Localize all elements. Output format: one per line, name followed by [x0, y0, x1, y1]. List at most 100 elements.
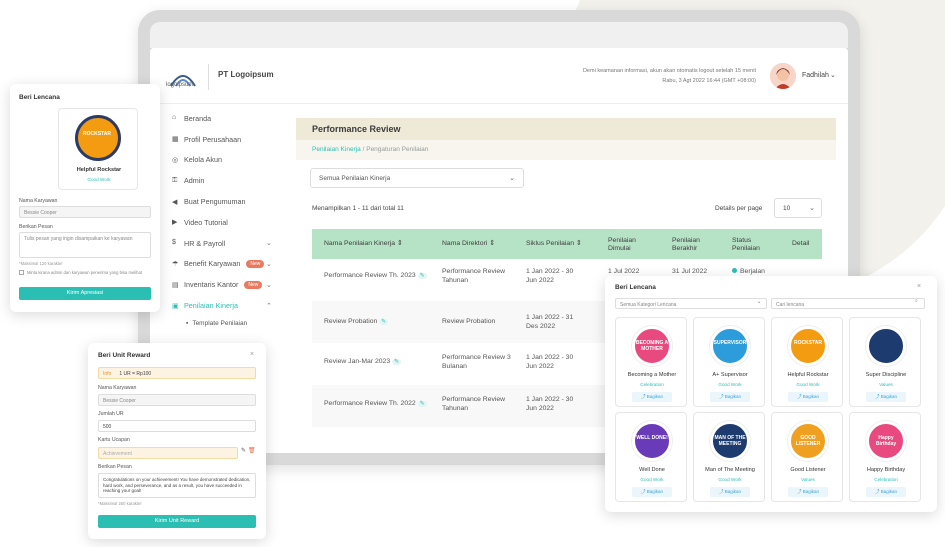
badge-image-icon: ROCKSTAR	[788, 326, 828, 366]
sidebar-item-benefit[interactable]: ☂ Benefit Karyawan New ⌄	[150, 254, 290, 275]
column-header[interactable]: Nama Direktori ⇕	[442, 240, 495, 248]
column-header[interactable]: Siklus Penilaian ⇕	[526, 240, 582, 248]
sidebar-item-label: Beranda	[184, 113, 212, 123]
search-input[interactable]: Cari lencana	[771, 298, 925, 309]
sidebar-item-profil[interactable]: ▦ Profil Perusahaan	[150, 129, 290, 150]
share-label: Bagikan	[724, 394, 742, 399]
badge-card[interactable]: WELL DONE! Well Done Good Work ⤴ Bagikan	[615, 412, 687, 502]
share-button[interactable]: ⤴ Bagikan	[632, 392, 672, 402]
category-filter[interactable]: Semua Kategori Lencana	[615, 298, 767, 309]
badge-category: Good Work	[87, 177, 111, 182]
review-name[interactable]: Review Probation ✎	[324, 317, 389, 327]
trash-icon[interactable]: 🗑	[248, 447, 256, 454]
amount-field[interactable]: 500	[98, 420, 256, 432]
column-header[interactable]: Penilaian Berakhir	[672, 237, 716, 253]
column-header[interactable]: Status Penilaian	[732, 237, 772, 253]
share-button[interactable]: ⤴ Bagikan	[632, 487, 672, 497]
column-header[interactable]: Penilaian Dimulai	[608, 237, 652, 253]
share-button[interactable]: ⤴ Bagikan	[710, 487, 750, 497]
card-title: Beri Lencana	[615, 284, 656, 291]
start-date: 1 Jul 2022	[608, 268, 640, 275]
amount-label: Jumlah UR	[98, 411, 124, 417]
share-button[interactable]: ⤴ Bagikan	[866, 487, 906, 497]
table-header: Nama Penilaian Kinerja ⇕ Nama Direktori …	[312, 229, 822, 259]
sidebar-item-label: Kelola Akun	[184, 155, 222, 165]
cycle: 1 Jan 2022 - 30 Jun 2022	[526, 396, 574, 412]
badge-card[interactable]: BECOMING A MOTHER Becoming a Mother Celebr…	[615, 317, 687, 407]
directory-name: Performance Review Tahunan	[442, 396, 506, 412]
badge-name: A+ Supervisor	[712, 372, 748, 378]
sidebar-subitem-template[interactable]: ▪ Template Penilaian	[150, 316, 290, 332]
share-label: Bagikan	[880, 394, 898, 399]
badge-art-text: ROCKSTAR	[794, 340, 822, 346]
employee-field[interactable]: Bessie Cooper	[98, 394, 256, 406]
sidebar-item-kelola-akun[interactable]: ◎ Kelola Akun	[150, 150, 290, 171]
chevron-down-icon[interactable]: ⌄	[830, 71, 836, 79]
close-icon[interactable]: ×	[250, 351, 254, 358]
datetime: Rabu, 3 Agt 2022 16:44 (GMT +08:00)	[662, 78, 756, 84]
checkbox[interactable]	[19, 270, 24, 275]
column-label: Status Penilaian	[732, 237, 760, 252]
badge-category: Celebration	[874, 477, 898, 482]
badge-category: Good Work	[796, 382, 820, 387]
sidebar-item-hr-payroll[interactable]: $ HR & Payroll ⌄	[150, 233, 290, 254]
laptop-top-bezel	[150, 22, 848, 48]
close-icon[interactable]: ×	[917, 283, 921, 290]
badge-card[interactable]: ROCKSTAR Helpful Rockstar Good Work ⤴ Bagik…	[771, 317, 843, 407]
edit-icon[interactable]: ✎	[379, 319, 389, 325]
cycle: 1 Jan 2022 - 31 Des 2022	[526, 314, 574, 330]
edit-icon[interactable]: ✎	[417, 401, 427, 407]
sidebar-item-label: HR & Payroll	[184, 238, 226, 248]
result-count: Menampilkan 1 - 11 dari total 11	[312, 205, 404, 212]
review-name[interactable]: Review Jan-Mar 2023 ✎	[324, 357, 402, 367]
share-button[interactable]: ⤴ Bagikan	[788, 392, 828, 402]
sidebar-item-label: Inventaris Kantor	[184, 280, 239, 290]
sidebar-item-label: Penilaian Kinerja	[184, 301, 238, 311]
details-per-page-select[interactable]: 10 ⌄	[774, 198, 822, 218]
sidebar-item-beranda[interactable]: ⌂ Beranda	[150, 108, 290, 129]
card-field[interactable]: Achievement	[98, 447, 238, 459]
send-reward-button[interactable]: Kirim Unit Reward	[98, 515, 256, 528]
sidebar-item-penilaian[interactable]: ▣ Penilaian Kinerja ⌃	[150, 295, 290, 316]
chevron-down-icon: ⌄	[266, 260, 272, 268]
message-textarea[interactable]: Congratulations on your achievement! You…	[98, 473, 256, 498]
review-filter-select[interactable]: Semua Penilaian Kinerja ⌄	[310, 168, 524, 188]
avatar[interactable]	[770, 63, 796, 89]
sort-icon: ⇕	[489, 240, 495, 247]
cycle: 1 Jan 2022 - 30 Jun 2022	[526, 268, 574, 284]
review-name[interactable]: Performance Review Th. 2022 ✎	[324, 399, 427, 409]
max-chars-note: *Maksimal 120 karakter	[19, 261, 63, 266]
sidebar-item-pengumuman[interactable]: ◀ Buat Pengumuman	[150, 191, 290, 212]
breadcrumb-separator: /	[362, 146, 365, 153]
send-appreciation-button[interactable]: Kirim Apresiasi	[19, 287, 151, 300]
sidebar-item-inventaris[interactable]: ▤ Inventaris Kantor New ⌄	[150, 274, 290, 295]
review-name-text: Review Jan-Mar 2023	[324, 358, 391, 365]
status-dot	[732, 268, 737, 273]
user-name[interactable]: Fadhilah	[802, 72, 829, 79]
sidebar-item-video[interactable]: ▶ Video Tutorial	[150, 212, 290, 233]
search-icon[interactable]: ⌕	[915, 298, 918, 304]
badge-card[interactable]: Happy Birthday Happy Birthday Celebration ⤴…	[849, 412, 921, 502]
share-button[interactable]: ⤴ Bagikan	[710, 392, 750, 402]
message-textarea[interactable]: Tulis pesan yang ingin disampaikan ke ka…	[19, 232, 151, 258]
badge-card[interactable]: MAN OF THE MEETING Man of The Meeting Good…	[693, 412, 765, 502]
sidebar-item-admin[interactable]: ⚿ Admin	[150, 170, 290, 191]
employee-field[interactable]: Bessie Cooper	[19, 206, 151, 218]
column-header[interactable]: Nama Penilaian Kinerja ⇕	[324, 240, 403, 248]
share-button[interactable]: ⤴ Bagikan	[788, 487, 828, 497]
badge-card[interactable]: Super Discipline Values ⤴ Bagikan	[849, 317, 921, 407]
share-button[interactable]: ⤴ Bagikan	[866, 392, 906, 402]
edit-icon[interactable]: ✎	[417, 273, 427, 279]
review-name[interactable]: Performance Review Th. 2023 ✎	[324, 271, 427, 281]
badge-card[interactable]: GOOD LISTENER Good Listener Values ⤴ Bagika…	[771, 412, 843, 502]
edit-icon[interactable]: ✎	[392, 359, 402, 365]
directory-name: Performance Review 3 Bulanan	[442, 354, 511, 370]
company-name: PT Logoipsum	[218, 70, 274, 79]
badge-image-icon: GOOD LISTENER	[788, 421, 828, 461]
sidebar-item-label: Admin	[184, 176, 205, 186]
breadcrumb-link[interactable]: Penilaian Kinerja	[312, 146, 361, 153]
share-label: Bagikan	[802, 394, 820, 399]
badge-art-text: WELL DONE!	[636, 435, 668, 441]
badge-card[interactable]: SUPERVISOR A+ Supervisor Good Work ⤴ Bagika…	[693, 317, 765, 407]
edit-icon[interactable]: ✎	[241, 447, 246, 454]
